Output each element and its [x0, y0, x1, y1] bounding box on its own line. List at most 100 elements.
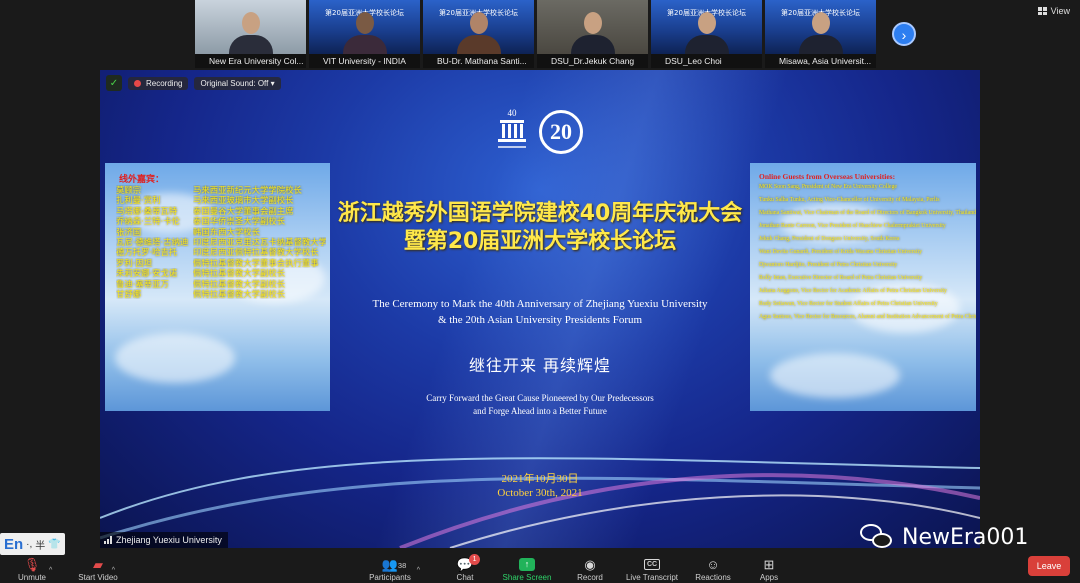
guest-name: 甘舒娜: [116, 289, 142, 300]
participants-button[interactable]: 👥 38 ^ Participants: [366, 548, 420, 583]
participant-tile[interactable]: 第20届亚洲大学校长论坛 ✕ DSU_Leo Choi: [651, 0, 762, 68]
unmute-label: Unmute: [17, 573, 46, 582]
start-video-button[interactable]: ▰ ^ Start Video: [75, 548, 121, 583]
person-silhouette: [228, 12, 273, 55]
original-sound-dropdown[interactable]: Original Sound: Off ▾: [194, 76, 281, 90]
guest-role: 马来西亚玻璃市大学副校长: [193, 195, 294, 206]
participant-name: VIT University - INDIA: [309, 54, 420, 68]
english-guest-list-panel: Online Guests from Overseas Universities…: [750, 163, 976, 411]
person-silhouette: [342, 12, 387, 55]
guest-list: MOK Soon Sang, President of New Era Univ…: [750, 181, 976, 324]
chevron-up-icon: ^: [416, 567, 421, 574]
guest-role: 佩特拉基督教大学副校长: [193, 278, 286, 289]
live-transcript-label: Live Transcript: [625, 573, 679, 582]
guest-row: 莫顾宗 马来西亚新纪元大学学院校长: [105, 185, 330, 195]
guest-row: 马塔娜·桑蒂瓦特 泰国曼谷大学董事会副主席: [105, 206, 330, 216]
original-sound-label: Original Sound: Off: [200, 78, 269, 88]
record-dot-icon: [134, 79, 141, 87]
guest-entry: Rolly Intan, Executive Director of Board…: [759, 275, 923, 281]
participants-count: 38: [397, 561, 407, 570]
guest-row: 乔纳森·兰特·卡伦 泰国华侨崇圣大学副校长: [105, 216, 330, 226]
guest-role: 泰国华侨崇圣大学副校长: [193, 216, 286, 227]
apps-icon: ⊞: [763, 557, 775, 572]
guest-entry: Rudy Setiawan, Vice Rector for Student A…: [759, 301, 938, 307]
guest-name: 马塔娜·桑蒂瓦特: [116, 205, 178, 216]
chat-button[interactable]: 💬 1 Chat: [452, 548, 481, 583]
guest-entry: Mathana Santiwat, Vice Chairman of the B…: [759, 210, 976, 216]
wechat-watermark: NewEra001: [860, 524, 1028, 550]
view-button[interactable]: View: [1037, 6, 1070, 16]
guest-list: 莫顾宗 马来西亚新纪元大学学院校长 扎利曼·赏利 马来西亚玻璃市大学副校长 马塔娜·桑蒂…: [105, 185, 330, 299]
ime-width: 半: [35, 540, 46, 552]
guest-role: 佩特拉基督教大学副校长: [193, 289, 286, 300]
leave-button[interactable]: Leave: [1028, 556, 1070, 576]
ime-punctuation: ·,: [26, 538, 33, 550]
recording-indicator[interactable]: Recording: [128, 76, 189, 90]
recording-label: Recording: [146, 78, 183, 88]
guest-row: 朱莉安娜·安戈诺 佩特拉基督教大学副校长: [105, 268, 330, 278]
security-shield-icon[interactable]: ✓: [106, 75, 122, 91]
shared-screen: ✓ Recording Original Sound: Off ▾ 40 20: [100, 70, 980, 548]
participant-tile[interactable]: ✕ New Era University Col...: [195, 0, 306, 68]
chat-label: Chat: [456, 573, 474, 582]
share-screen-label: Share Screen: [502, 573, 552, 582]
guest-entry: Agus Santoso, Vice Rector for Resources,…: [759, 314, 976, 320]
video-off-icon: ▰ ^: [93, 557, 115, 574]
guest-role: 佩特拉基督教大学董事会执行董事: [193, 257, 319, 268]
participant-tile[interactable]: 第20届亚洲大学校长论坛 ✕ VIT University - INDIA: [309, 0, 420, 68]
participant-thumbnail-strip: ✕ New Era University Col... 第20届亚洲大学校长论坛…: [195, 0, 876, 68]
input-method-indicator[interactable]: En ·, 半 👕: [0, 533, 65, 555]
participant-name: BU-Dr. Mathana Santi...: [423, 54, 534, 68]
share-screen-button[interactable]: ↑ Share Screen: [500, 548, 554, 583]
university-emblem-icon: 40: [498, 108, 526, 148]
record-button[interactable]: ◉ Record: [575, 548, 605, 583]
university-logos: 40 20: [495, 106, 583, 158]
guest-name: 扎利曼·赏利: [116, 195, 161, 206]
date-chinese: 2021年10月30日: [501, 473, 579, 485]
participant-tile[interactable]: 第20届亚洲大学校长论坛 ✕ BU-Dr. Mathana Santi...: [423, 0, 534, 68]
speaker-name: Zhejiang Yuexiu University: [116, 535, 222, 545]
guest-entry: Juliana Anggono, Vice Rector for Academi…: [759, 288, 947, 294]
reactions-button[interactable]: ☺ Reactions: [693, 548, 733, 583]
apps-label: Apps: [759, 573, 779, 582]
anniversary-20-emblem: 20: [539, 110, 583, 154]
meeting-toolbar: 🎙 ^ Unmute ▰ ^ Start Video 👥 38 ^ Participan…: [0, 548, 1080, 583]
guest-row: 罗利·因坦 佩特拉基督教大学董事会执行董事: [105, 258, 330, 268]
guest-list-heading: 线外嘉宾：: [119, 175, 165, 185]
guest-row: 甘舒娜 佩特拉基督教大学副校长: [105, 289, 330, 299]
guest-role: 佩特拉基督教大学副校长: [193, 268, 286, 279]
guest-name: 张济国: [116, 226, 142, 237]
participant-tile[interactable]: 第20届亚洲大学校长论坛 ✕ Misawa, Asia Universit...: [765, 0, 876, 68]
participant-name: DSU_Leo Choi: [651, 54, 762, 68]
person-silhouette: [798, 12, 843, 55]
guest-name: 罗利·因坦: [116, 257, 153, 268]
grid-icon: [1037, 7, 1047, 15]
signal-strength-icon: [104, 536, 112, 544]
zoom-meeting-window: ✕ New Era University Col... 第20届亚洲大学校长论坛…: [0, 0, 1080, 583]
guest-row: 张济国 韩国东西大学校长: [105, 227, 330, 237]
muted-mic-icon: 🎙 ^: [24, 557, 53, 574]
live-transcript-button[interactable]: CC Live Transcript: [622, 548, 682, 583]
participant-tile[interactable]: ✕ DSU_Dr.Jekuk Chang: [537, 0, 648, 68]
participant-video: [195, 0, 306, 55]
ime-skin-icon: 👕: [48, 538, 61, 550]
guest-entry: Djwantoro Hardjito, President of Petra C…: [759, 262, 898, 268]
chevron-up-icon: ^: [111, 567, 115, 574]
guest-role: 印度尼西亚佩特拉基督教大学校长: [193, 247, 319, 258]
participant-name: New Era University Col...: [195, 54, 306, 68]
participant-name: DSU_Dr.Jekuk Chang: [537, 54, 648, 68]
guest-name: 莫顾宗: [116, 185, 142, 195]
apps-button[interactable]: ⊞ Apps: [757, 548, 781, 583]
chat-icon: 💬 1: [457, 554, 481, 573]
participant-name: Misawa, Asia Universit...: [765, 54, 876, 68]
emblem-number: 40: [508, 108, 518, 118]
active-speaker-label: Zhejiang Yuexiu University: [100, 532, 228, 548]
guest-entry: Jekuk Chang, President of Dongseo Univer…: [759, 236, 900, 242]
person-silhouette: [570, 12, 615, 55]
guest-entry: Wani Devita Gunardi, President of Krida …: [759, 249, 923, 255]
next-page-arrow-button[interactable]: ›: [892, 22, 916, 46]
guest-entry: Jonathan Rante Carreon, Vice President o…: [759, 223, 946, 229]
view-label: View: [1050, 6, 1070, 16]
participant-video: 第20届亚洲大学校长论坛: [423, 0, 534, 55]
participant-video: 第20届亚洲大学校长论坛: [309, 0, 420, 55]
